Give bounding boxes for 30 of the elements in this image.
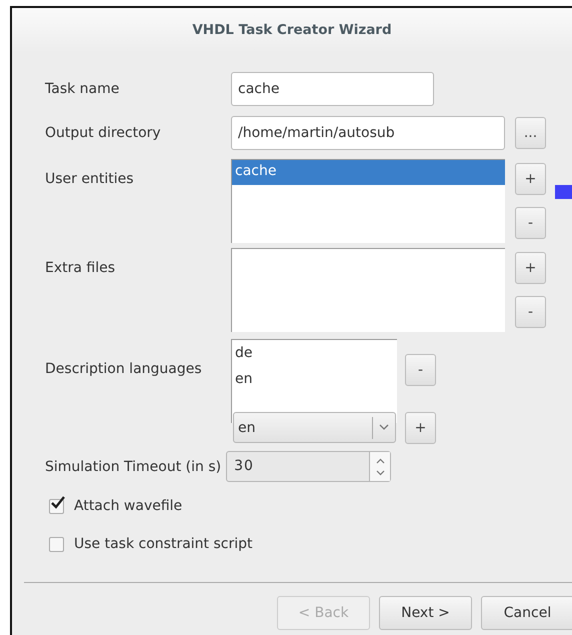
chevron-up-icon[interactable]: [376, 458, 385, 464]
indicator-mark: [555, 185, 572, 199]
list-item[interactable]: de: [232, 342, 397, 368]
add-button[interactable]: +: [405, 412, 436, 444]
input-field[interactable]: cache: [231, 72, 434, 106]
add-button[interactable]: +: [515, 252, 546, 284]
field-label: Task name: [45, 81, 120, 97]
list-item[interactable]: en: [232, 368, 397, 394]
dialog-button[interactable]: Next >: [379, 596, 472, 630]
checkbox[interactable]: [49, 498, 64, 514]
chevron-down-icon: [379, 424, 389, 431]
field-label: User entities: [45, 171, 135, 187]
browse-button[interactable]: ...: [515, 117, 546, 149]
add-button[interactable]: +: [515, 163, 546, 195]
remove-button[interactable]: -: [515, 207, 546, 239]
chevron-down-icon[interactable]: [376, 470, 385, 476]
spin-box[interactable]: 30: [226, 451, 392, 482]
dialog-button[interactable]: Cancel: [481, 596, 572, 630]
remove-button[interactable]: -: [515, 296, 546, 328]
checkbox[interactable]: [49, 536, 64, 552]
language-dropdown[interactable]: en: [233, 412, 396, 443]
list-item[interactable]: cache: [232, 160, 505, 185]
field-label: Extra files: [45, 260, 116, 276]
field-label: Output directory: [45, 125, 162, 141]
field-label: Description languages: [45, 361, 203, 377]
input-field[interactable]: /home/martin/autosub: [231, 116, 505, 150]
checkbox-label: Use task constraint script: [74, 536, 252, 552]
remove-button[interactable]: -: [405, 354, 436, 386]
field-label: Simulation Timeout (in s): [45, 458, 222, 474]
checkbox-label: Attach wavefile: [74, 498, 182, 514]
